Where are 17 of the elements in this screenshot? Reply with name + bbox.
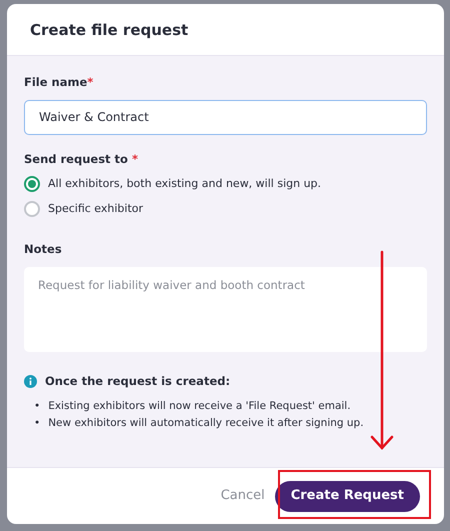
notes-field[interactable]: Request for liability waiver and booth contract	[24, 266, 427, 352]
create-button[interactable]: Create Request	[274, 480, 420, 512]
bullet-marker: •	[34, 399, 40, 414]
field-label: File name*	[24, 75, 94, 89]
radio-label: All exhibitors, both existing and new, will sign up.	[48, 176, 322, 192]
field-label: Notes	[24, 242, 62, 256]
file-name-field[interactable]: Waiver & Contract	[24, 100, 427, 134]
info-bullet: Existing exhibitors will now receive a 'File Request' email.	[48, 399, 351, 414]
dialog-title: Create file request	[30, 20, 188, 38]
radio-button[interactable]	[24, 200, 40, 217]
radio-button[interactable]	[24, 176, 40, 192]
info-title: Once the request is created:	[45, 373, 230, 390]
radio-label: Specific exhibitor	[48, 200, 144, 216]
bullet-marker: •	[34, 416, 40, 432]
field-label: Send request to *	[24, 152, 138, 166]
info-bullet: New exhibitors will automatically receive it after signing up.	[48, 416, 364, 432]
info-icon	[24, 375, 37, 388]
